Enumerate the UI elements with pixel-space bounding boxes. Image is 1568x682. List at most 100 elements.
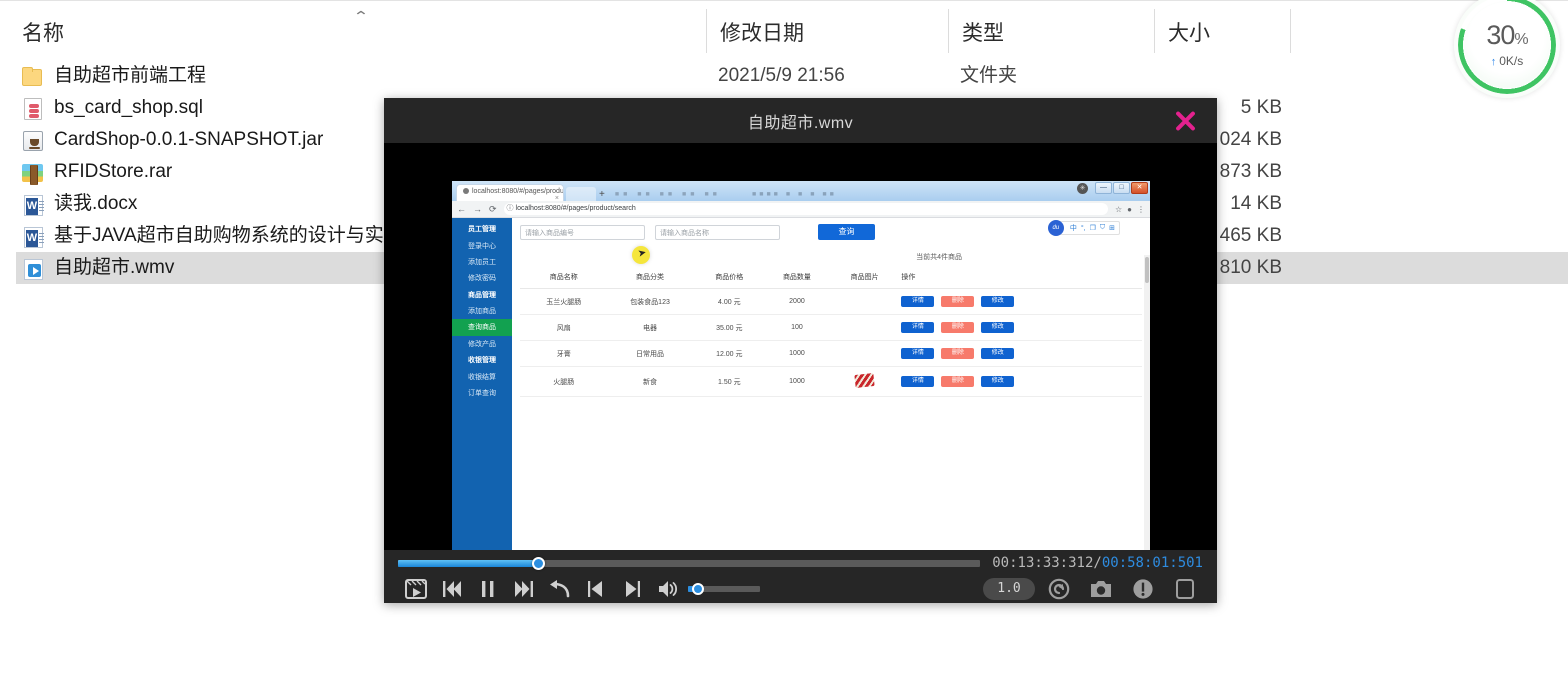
minimize-button[interactable]: —: [1095, 182, 1112, 194]
sidebar-group-cashier[interactable]: 收银管理: [452, 352, 512, 368]
table-row[interactable]: 牙膏 日常用品 12.00 元 1000 详情 删除 修改: [520, 340, 1142, 367]
cell-product-image: [827, 288, 896, 315]
rewind-button[interactable]: [542, 574, 578, 603]
table-row[interactable]: 玉兰火腿肠 包装食品123 4.00 元 2000 详情 删除 修改: [520, 288, 1142, 315]
sidebar-item-search-product[interactable]: 查询商品: [452, 319, 512, 336]
column-header-type[interactable]: 类型: [954, 15, 1004, 53]
sidebar-item-login-center[interactable]: 登录中心: [452, 237, 512, 253]
detail-button[interactable]: 详情: [901, 296, 935, 307]
column-divider[interactable]: [1154, 9, 1155, 53]
column-header-date[interactable]: 修改日期: [712, 15, 804, 53]
detail-button[interactable]: 详情: [901, 348, 935, 359]
sidebar-item-checkout[interactable]: 收银结算: [452, 368, 512, 384]
volume-button[interactable]: [650, 574, 686, 603]
column-header-name[interactable]: 名称: [14, 15, 64, 53]
ime-language-icon[interactable]: 中: [1070, 223, 1077, 233]
browser-tab-active[interactable]: localhost:8080/#/pages/produ ×: [456, 184, 564, 201]
edit-button[interactable]: 修改: [981, 296, 1015, 307]
browser-actions: ☆ ● ⋮: [1115, 205, 1145, 214]
volume-slider[interactable]: [688, 582, 760, 595]
ime-grid-icon[interactable]: ⊞: [1109, 224, 1115, 232]
seek-row: 00:13:33:312/00:58:01:501: [384, 554, 1217, 572]
seek-bar[interactable]: [398, 556, 981, 570]
previous-frame-button[interactable]: [578, 574, 614, 603]
next-frame-button[interactable]: [614, 574, 650, 603]
reload-icon[interactable]: ⟳: [489, 204, 497, 215]
bookmark-star-icon[interactable]: ☆: [1115, 205, 1122, 214]
page-scrollbar[interactable]: [1144, 255, 1150, 550]
column-divider[interactable]: [948, 9, 949, 53]
scrollbar-thumb[interactable]: [1145, 257, 1149, 283]
loop-button[interactable]: [1041, 574, 1077, 603]
sidebar-item-add-product[interactable]: 添加商品: [452, 303, 512, 319]
ime-panel-icon[interactable]: ❐: [1090, 224, 1096, 232]
ime-punctuation-icon[interactable]: °,: [1081, 225, 1086, 232]
delete-button[interactable]: 删除: [941, 376, 975, 387]
video-frame-content: localhost:8080/#/pages/produ × + ■■ ■■ ■■…: [452, 181, 1150, 550]
sidebar-group-product[interactable]: 商品管理: [452, 287, 512, 303]
column-header-size[interactable]: 大小: [1160, 15, 1210, 53]
column-divider[interactable]: [706, 9, 707, 53]
detail-button[interactable]: 详情: [901, 322, 935, 333]
file-name: RFIDStore.rar: [54, 161, 173, 182]
seek-handle[interactable]: [531, 556, 545, 570]
fullscreen-button[interactable]: [1167, 574, 1203, 603]
previous-button[interactable]: [434, 574, 470, 603]
sidebar-item-change-password[interactable]: 修改密码: [452, 270, 512, 286]
product-name-input[interactable]: 请输入商品名称: [655, 224, 780, 240]
column-divider[interactable]: [1290, 9, 1291, 53]
search-button[interactable]: 查询: [818, 224, 875, 240]
forward-icon[interactable]: →: [473, 204, 482, 214]
volume-handle[interactable]: [692, 582, 705, 595]
profile-icon[interactable]: ●: [1127, 205, 1132, 214]
cell-product-image: [827, 366, 896, 397]
browser-menu-icon[interactable]: ⋮: [1137, 205, 1145, 214]
browser-tab-inactive[interactable]: [566, 187, 596, 201]
close-button[interactable]: ✕: [1131, 182, 1148, 194]
edit-button[interactable]: 修改: [981, 348, 1015, 359]
cpu-percent: 30%: [1486, 22, 1528, 49]
table-row[interactable]: 风扇 电器 35.00 元 100 详情 删除 修改: [520, 314, 1142, 341]
maximize-button[interactable]: □: [1113, 182, 1130, 194]
network-widget-inner: 30% ↑ 0K/s: [1464, 2, 1550, 88]
delete-button[interactable]: 删除: [941, 348, 975, 359]
cell-product-name: 火腿肠: [520, 366, 602, 397]
edit-button[interactable]: 修改: [981, 322, 1015, 333]
product-id-input[interactable]: 请输入商品编号: [520, 224, 645, 240]
table-row[interactable]: 自助超市前端工程 2021/5/9 21:56 文件夹: [0, 60, 1568, 92]
new-tab-icon[interactable]: +: [599, 189, 605, 201]
sidebar-item-order-query[interactable]: 订单查询: [452, 385, 512, 401]
back-icon[interactable]: ←: [457, 204, 466, 214]
table-row[interactable]: 火腿肠 新食 1.50 元 1000 详情 删除 修改: [520, 366, 1142, 397]
clip-capture-button[interactable]: [398, 574, 434, 603]
pause-button[interactable]: [470, 574, 506, 603]
screenshot-button[interactable]: [1083, 574, 1119, 603]
video-stage[interactable]: localhost:8080/#/pages/produ × + ■■ ■■ ■■…: [384, 143, 1217, 550]
network-rate: ↑ 0K/s: [1491, 54, 1524, 68]
sort-ascending-icon[interactable]: ⌃: [346, 9, 377, 23]
gear-icon[interactable]: ✳: [1077, 183, 1088, 194]
product-count-label: 当前共4件商品: [916, 254, 962, 261]
jar-file-icon: [22, 130, 44, 152]
next-button[interactable]: [506, 574, 542, 603]
time-separator: /: [1093, 555, 1102, 571]
upload-arrow-icon: ↑: [1490, 56, 1497, 68]
detail-button[interactable]: 详情: [901, 376, 935, 387]
close-icon[interactable]: [1171, 107, 1199, 135]
edit-button[interactable]: 修改: [981, 376, 1015, 387]
info-button[interactable]: [1125, 574, 1161, 603]
time-total: 00:58:01:501: [1101, 555, 1203, 571]
baidu-ime-toolbar[interactable]: du 中 °, ❐ ⛉ ⊞: [1047, 220, 1120, 236]
delete-button[interactable]: 删除: [941, 296, 975, 307]
time-current: 00:13:33:312: [992, 555, 1094, 571]
playback-speed-button[interactable]: 1.0: [983, 577, 1035, 600]
tab-close-icon[interactable]: ×: [555, 195, 559, 201]
ime-user-icon[interactable]: ⛉: [1100, 224, 1105, 232]
sidebar-item-add-employee[interactable]: 添加员工: [452, 254, 512, 270]
sidebar-group-employee[interactable]: 员工管理: [452, 221, 512, 237]
address-bar[interactable]: localhost:8080/#/pages/product/search: [503, 203, 1108, 215]
cell-product-category: 日常用品: [601, 340, 693, 367]
sidebar-item-edit-product[interactable]: 修改产品: [452, 336, 512, 352]
browser-tab-label: localhost:8080/#/pages/produ: [472, 188, 564, 195]
delete-button[interactable]: 删除: [941, 322, 975, 333]
